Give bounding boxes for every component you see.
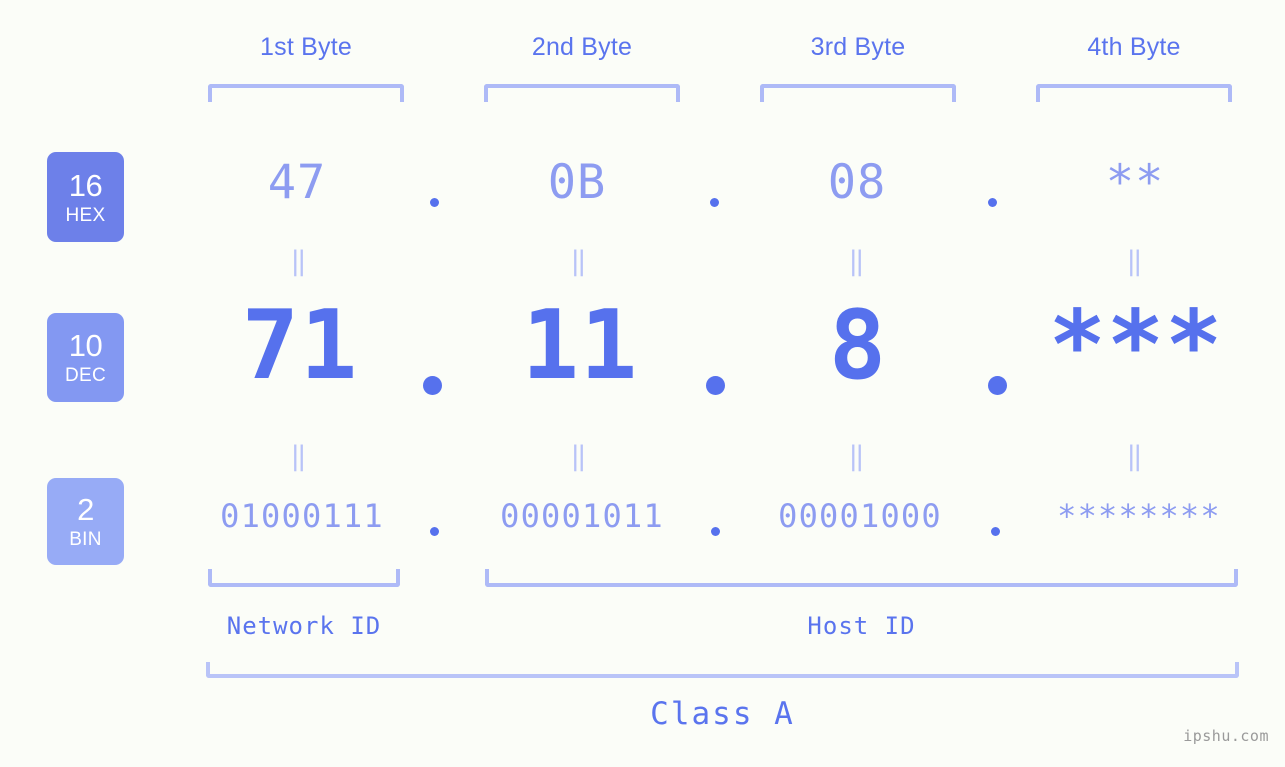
equals-marker-hex-dec-3: ‖ (848, 246, 868, 277)
bin-byte-3: 00001000 (778, 497, 942, 535)
byte-header-1: 1st Byte (260, 33, 352, 61)
hex-byte-2: 0B (547, 155, 607, 210)
radix-badge-bin-number: 2 (77, 492, 94, 527)
byte-header-2: 2nd Byte (531, 33, 633, 61)
class-bracket (206, 662, 1239, 678)
bin-separator-dot-3 (991, 527, 1000, 536)
dec-separator-dot-1 (423, 376, 442, 395)
hex-separator-dot-2 (710, 198, 719, 207)
hex-byte-4: ** (1105, 155, 1165, 210)
equals-marker-dec-bin-3: ‖ (848, 441, 868, 472)
network-id-label: Network ID (226, 612, 382, 640)
network-id-bracket (208, 569, 400, 587)
watermark: ipshu.com (1183, 727, 1269, 745)
dec-byte-4: *** (1048, 291, 1224, 401)
dec-separator-dot-3 (988, 376, 1007, 395)
class-label: Class A (650, 696, 795, 732)
equals-marker-dec-bin-4: ‖ (1126, 441, 1146, 472)
hex-byte-3: 08 (827, 155, 887, 210)
bin-byte-1: 01000111 (220, 497, 384, 535)
dec-byte-3: 8 (828, 291, 888, 401)
byte-bracket-4 (1036, 84, 1232, 102)
equals-marker-dec-bin-2: ‖ (570, 441, 590, 472)
byte-header-4: 4th Byte (1087, 33, 1181, 61)
dec-byte-2: 11 (521, 291, 639, 401)
host-id-bracket (485, 569, 1238, 587)
dec-separator-dot-2 (706, 376, 725, 395)
equals-marker-hex-dec-2: ‖ (570, 246, 590, 277)
radix-badge-dec-number: 10 (68, 328, 103, 363)
radix-badge-bin: 2 BIN (47, 478, 124, 565)
byte-header-3: 3rd Byte (810, 33, 906, 61)
ip-address-breakdown-diagram: 1st Byte 2nd Byte 3rd Byte 4th Byte 16 H… (0, 0, 1285, 767)
bin-separator-dot-2 (711, 527, 720, 536)
hex-separator-dot-3 (988, 198, 997, 207)
radix-badge-dec: 10 DEC (47, 313, 124, 402)
equals-marker-hex-dec-1: ‖ (290, 246, 310, 277)
dec-byte-1: 71 (241, 291, 359, 401)
radix-badge-hex-number: 16 (68, 167, 103, 203)
equals-marker-hex-dec-4: ‖ (1126, 246, 1146, 277)
equals-marker-dec-bin-1: ‖ (290, 441, 310, 472)
byte-bracket-3 (760, 84, 956, 102)
host-id-label: Host ID (807, 612, 916, 640)
radix-badge-bin-name: BIN (69, 529, 102, 550)
bin-separator-dot-1 (430, 527, 439, 536)
radix-badge-dec-name: DEC (64, 365, 106, 386)
hex-byte-1: 47 (267, 155, 327, 210)
radix-badge-hex-name: HEX (65, 204, 106, 226)
bin-byte-4: ******** (1057, 497, 1221, 535)
byte-bracket-1 (208, 84, 404, 102)
hex-separator-dot-1 (430, 198, 439, 207)
byte-bracket-2 (484, 84, 680, 102)
bin-byte-2: 00001011 (500, 497, 664, 535)
radix-badge-hex: 16 HEX (47, 152, 124, 242)
